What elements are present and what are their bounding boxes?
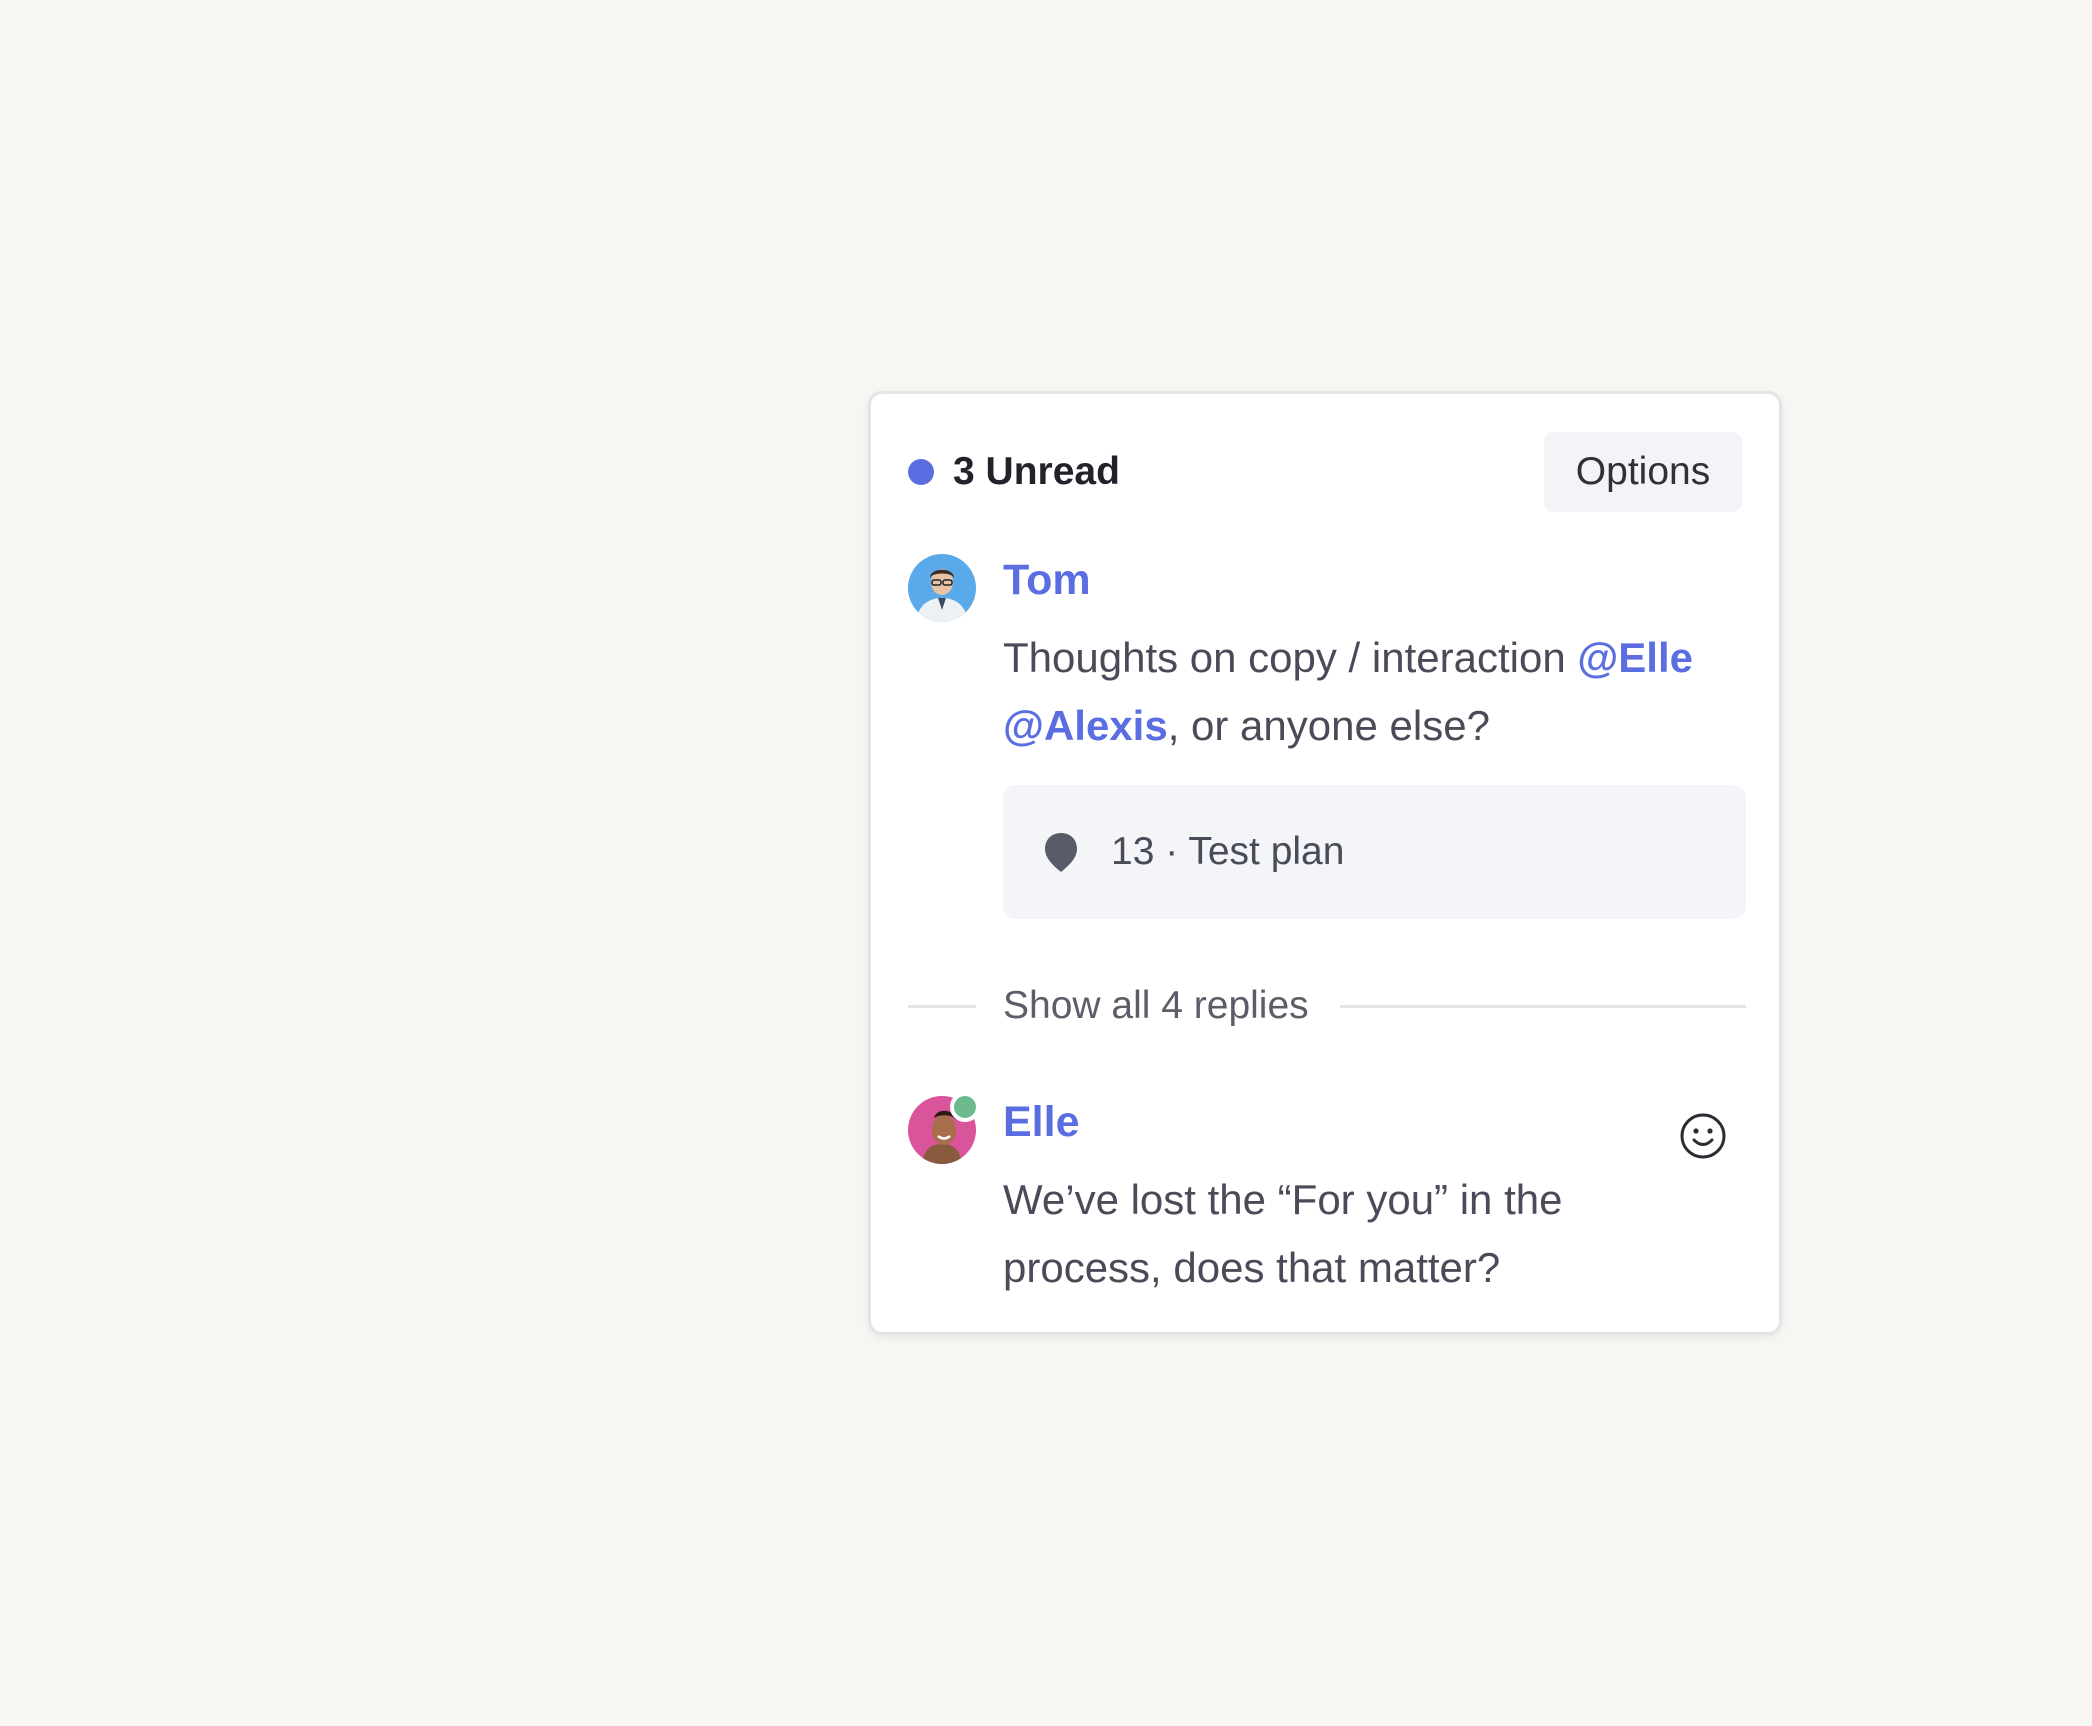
avatar-tom-image xyxy=(908,554,976,622)
message-text-part: , or anyone else? xyxy=(1167,702,1490,749)
replies-divider-right xyxy=(1340,1005,1746,1008)
add-reaction-button[interactable] xyxy=(1679,1112,1727,1160)
message-text-elle: We’ve lost the “For you” in the process,… xyxy=(1003,1176,1563,1291)
avatar-elle[interactable] xyxy=(908,1092,980,1164)
unread-indicator-dot xyxy=(908,459,934,485)
message-text-tom: Thoughts on copy / interaction @Elle @Al… xyxy=(1003,624,1763,760)
message-text-part: Thoughts on copy / interaction xyxy=(1003,634,1578,681)
avatar-tom[interactable] xyxy=(908,554,976,622)
mention-elle[interactable]: @Elle xyxy=(1577,634,1693,681)
comment-thread-card: 3 Unread Options Tom Thoughts on copy / … xyxy=(868,391,1782,1335)
online-status-dot xyxy=(950,1092,980,1122)
options-button[interactable]: Options xyxy=(1544,432,1742,512)
mention-alexis[interactable]: @Alexis xyxy=(1003,702,1168,749)
pin-icon xyxy=(1045,833,1077,872)
replies-divider-left xyxy=(908,1005,976,1008)
unread-count-label: 3 Unread xyxy=(953,450,1120,493)
reference-label: 13 · Test plan xyxy=(1111,830,1345,873)
author-name-elle[interactable]: Elle xyxy=(1003,1094,1080,1150)
author-name-tom[interactable]: Tom xyxy=(1003,552,1091,608)
reference-chip-test-plan[interactable]: 13 · Test plan xyxy=(1003,785,1746,919)
smiley-icon xyxy=(1680,1113,1726,1159)
show-all-replies-link[interactable]: Show all 4 replies xyxy=(1003,978,1309,1034)
